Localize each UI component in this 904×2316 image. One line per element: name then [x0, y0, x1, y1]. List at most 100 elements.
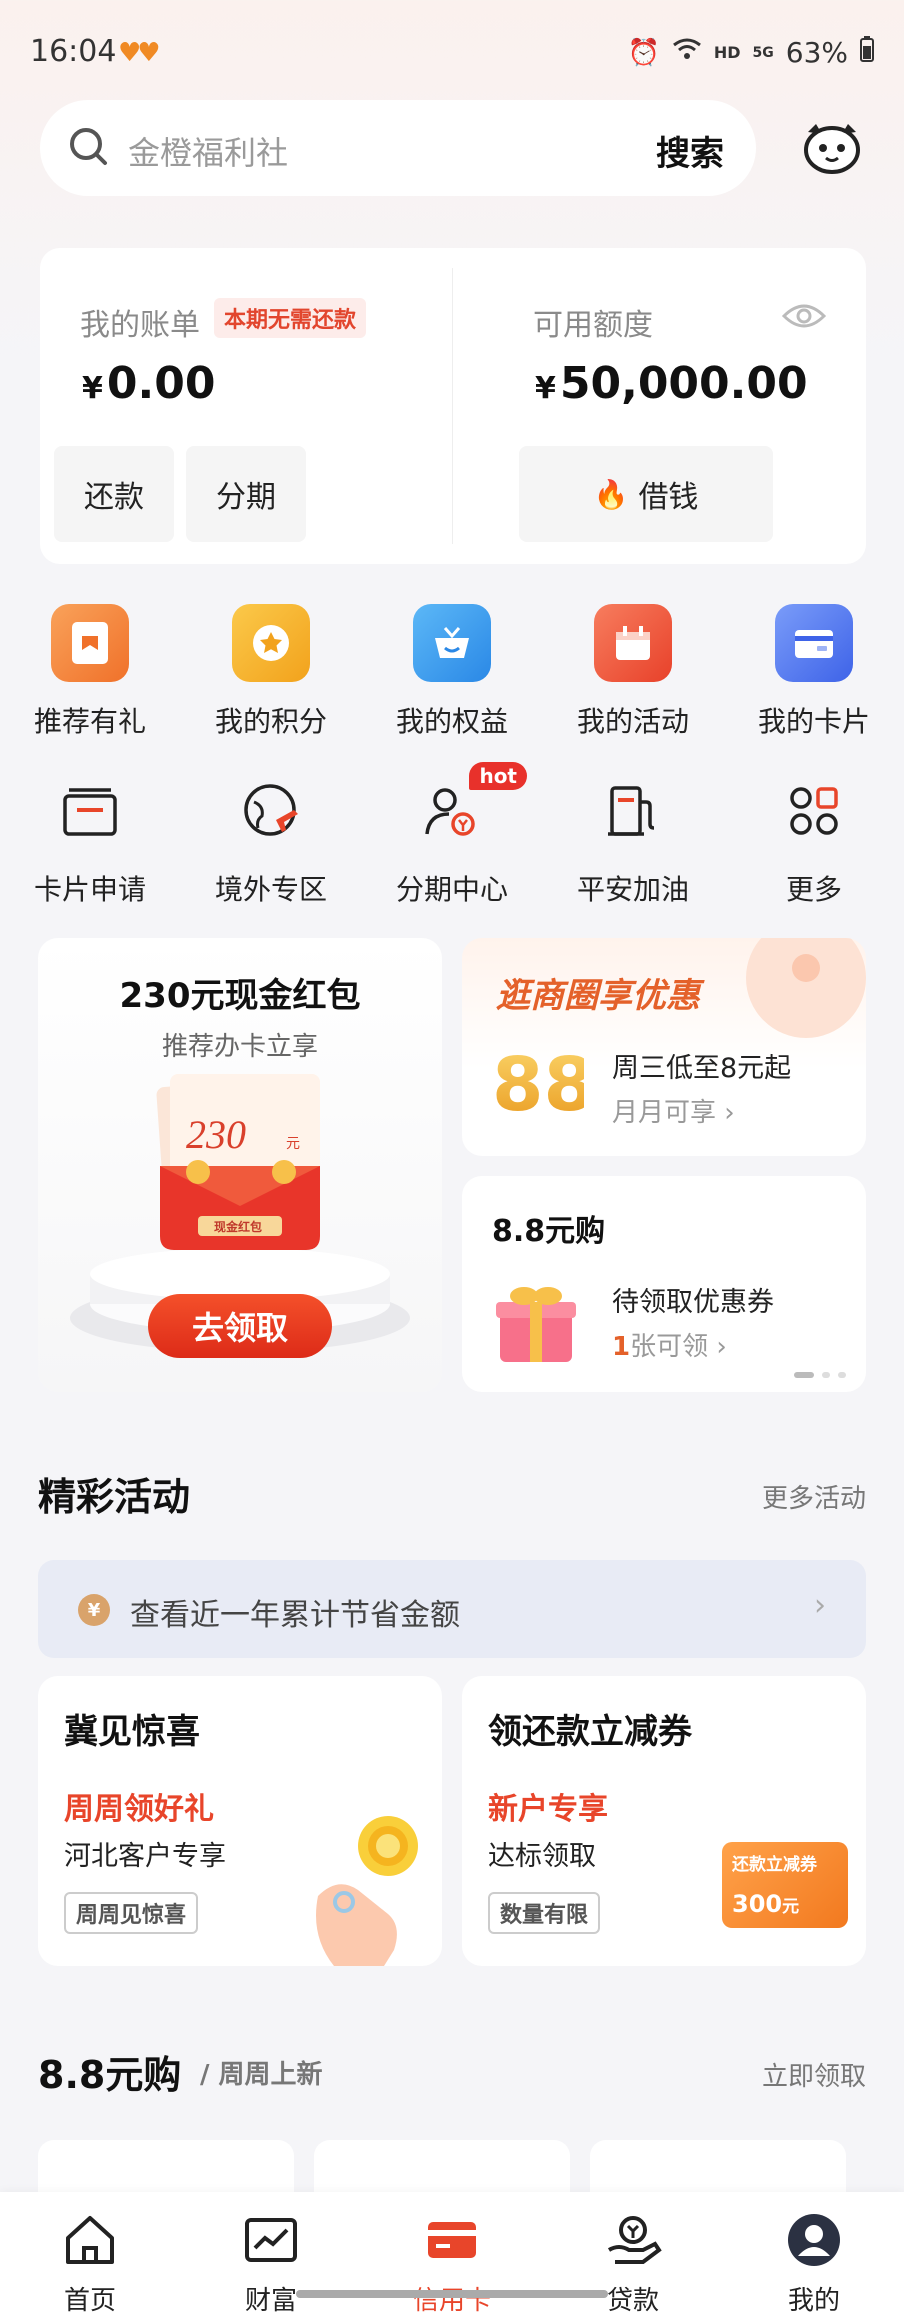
carousel-dot [794, 1372, 814, 1378]
repay-coupon: 还款立减券 300元 [722, 1842, 848, 1928]
menu-more[interactable]: 更多 [724, 772, 904, 908]
claim-button[interactable]: 去领取 [148, 1294, 332, 1358]
promo-title: 逛商圈享优惠 [496, 976, 700, 1016]
installment-user-icon: hot [413, 762, 527, 850]
wifi-icon [672, 37, 702, 68]
activity-card-repay-coupon[interactable]: 领还款立减券 新户专享 达标领取 数量有限 还款立减券 300元 [462, 1676, 866, 1966]
menu-my-points[interactable]: 我的积分 [181, 604, 361, 740]
search-button[interactable]: 搜索 [656, 126, 724, 175]
status-time: 16:04 [30, 34, 117, 69]
credit-amount: ¥50,000.00 [535, 358, 808, 409]
claim-now-link[interactable]: 立即领取 [762, 2056, 866, 2093]
account-card: 我的账单 本期无需还款 ¥0.00 还款 分期 可用额度 ¥50,000.00 … [40, 248, 866, 564]
activity-title: 领还款立减券 [488, 1712, 692, 1752]
menu-my-cards[interactable]: 我的卡片 [724, 604, 904, 740]
shopping-district-card[interactable]: 逛商圈享优惠 88 周三低至8元起 月月可享 › [462, 938, 866, 1156]
coupon-title: 还款立减券 [732, 1855, 817, 1875]
number-88-icon: 88 [492, 1042, 584, 1122]
carousel-dots [794, 1372, 846, 1378]
menu-my-activities[interactable]: 我的活动 [543, 604, 723, 740]
profile-icon [788, 2214, 840, 2266]
menu-installment-center[interactable]: hot 分期中心 [362, 762, 542, 908]
menu-recommend-gift[interactable]: 推荐有礼 [0, 604, 180, 740]
more-grid-icon [775, 772, 853, 850]
activity-tag: 周周见惊喜 [64, 1892, 199, 1934]
menu-my-benefits[interactable]: 我的权益 [362, 604, 542, 740]
more-activities-link[interactable]: 更多活动 [762, 1478, 866, 1515]
coupon-amount: 300元 [732, 1890, 800, 1918]
activity-tag: 数量有限 [488, 1892, 601, 1934]
bill-label[interactable]: 我的账单 [80, 300, 200, 344]
battery-text: 63% [785, 36, 848, 69]
installment-button[interactable]: 分期 [186, 446, 306, 542]
promo-line2: 1张可领 › [612, 1332, 727, 1362]
app-notification-icons: ♥♥ [118, 38, 161, 68]
eight-eight-buy-card[interactable]: 8.8元购 待领取优惠券 1张可领 › [462, 1176, 866, 1392]
assistant-robot-icon[interactable] [800, 118, 864, 178]
eye-icon[interactable] [782, 300, 826, 332]
credit-label: 可用额度 [533, 308, 653, 343]
promo-line1: 待领取优惠券 [612, 1287, 774, 1318]
promo-line1: 周三低至8元起 [612, 1053, 792, 1084]
activity-title: 冀见惊喜 [64, 1712, 200, 1752]
fuel-pump-icon [594, 772, 672, 850]
borrow-button[interactable]: 🔥 借钱 [519, 446, 773, 542]
search-icon [70, 128, 107, 165]
star-coin-icon [232, 604, 310, 682]
cash-red-packet-card[interactable]: 230元现金红包 推荐办卡立享 230 元 现金红包 去领取 [38, 938, 442, 1392]
envelope-amount: 230 [186, 1112, 246, 1157]
shop-subtitle: / 周周上新 [200, 2060, 323, 2090]
number-88-text: 88 [492, 1042, 584, 1122]
gift-card-icon [51, 604, 129, 682]
loan-hand-icon [607, 2216, 662, 2264]
shop-title: 8.8元购 [38, 2053, 182, 2097]
chevron-right-icon: › [716, 1332, 727, 1362]
coin-icon: ¥ [78, 1594, 110, 1626]
menu-card-apply[interactable]: 卡片申请 [0, 772, 180, 908]
bill-section: 我的账单 本期无需还款 ¥0.00 还款 分期 [40, 248, 452, 564]
chevron-right-icon: › [724, 1098, 735, 1128]
carousel-dot [822, 1372, 830, 1378]
calendar-gift-icon [594, 604, 672, 682]
tab-loan[interactable]: 贷款 [543, 2200, 723, 2316]
status-bar: 16:04 ♥♥ ⏰ HD 5G 63% [0, 0, 904, 100]
globe-plane-icon [232, 772, 310, 850]
promo-subtitle: 推荐办卡立享 [161, 1032, 318, 1062]
menu-overseas-zone[interactable]: 境外专区 [181, 772, 361, 908]
battery-icon [860, 36, 874, 69]
menu-pingan-fuel[interactable]: 平安加油 [543, 772, 723, 908]
activity-subtitle: 达标领取 [488, 1841, 596, 1872]
activity-highlight: 新户专享 [488, 1792, 608, 1827]
envelope-label: 现金红包 [214, 1219, 262, 1234]
basket-icon [413, 604, 491, 682]
hot-badge: hot [469, 762, 527, 790]
savings-banner[interactable]: ¥ 查看近一年累计节省金额 › [38, 1560, 866, 1658]
activities-title: 精彩活动 [38, 1475, 191, 1519]
activity-card-surprise[interactable]: 冀见惊喜 周周领好礼 河北客户专享 周周见惊喜 [38, 1676, 442, 1966]
tab-home[interactable]: 首页 [0, 2200, 180, 2316]
home-icon [66, 2216, 114, 2264]
tab-credit-card[interactable]: 信用卡 [362, 2200, 542, 2316]
activity-subtitle: 河北客户专享 [64, 1841, 226, 1872]
carousel-dot [838, 1372, 846, 1378]
search-input[interactable]: 金橙福利社 搜索 [40, 100, 756, 196]
hd-indicator: HD [713, 43, 741, 62]
hand-coin-illustration [316, 1816, 418, 1966]
alarm-icon: ⏰ [627, 37, 660, 68]
activity-highlight: 周周领好礼 [64, 1792, 214, 1827]
savings-text: 查看近一年累计节省金额 [130, 1598, 460, 1633]
fire-icon: 🔥 [593, 477, 629, 511]
wealth-chart-icon [245, 2218, 297, 2262]
tab-wealth[interactable]: 财富 [181, 2200, 361, 2316]
tab-profile[interactable]: 我的 [724, 2200, 904, 2316]
card-apply-icon [51, 772, 129, 850]
credit-section: 可用额度 ¥50,000.00 🔥 借钱 [453, 248, 866, 564]
envelope-unit: 元 [286, 1136, 300, 1152]
promo-title: 230元现金红包 [119, 976, 361, 1016]
repay-button[interactable]: 还款 [54, 446, 174, 542]
chevron-right-icon: › [814, 1588, 826, 1623]
card-icon [775, 604, 853, 682]
credit-card-icon [428, 2222, 476, 2258]
decorative-circle [746, 938, 866, 1038]
bill-amount: ¥0.00 [82, 358, 216, 409]
